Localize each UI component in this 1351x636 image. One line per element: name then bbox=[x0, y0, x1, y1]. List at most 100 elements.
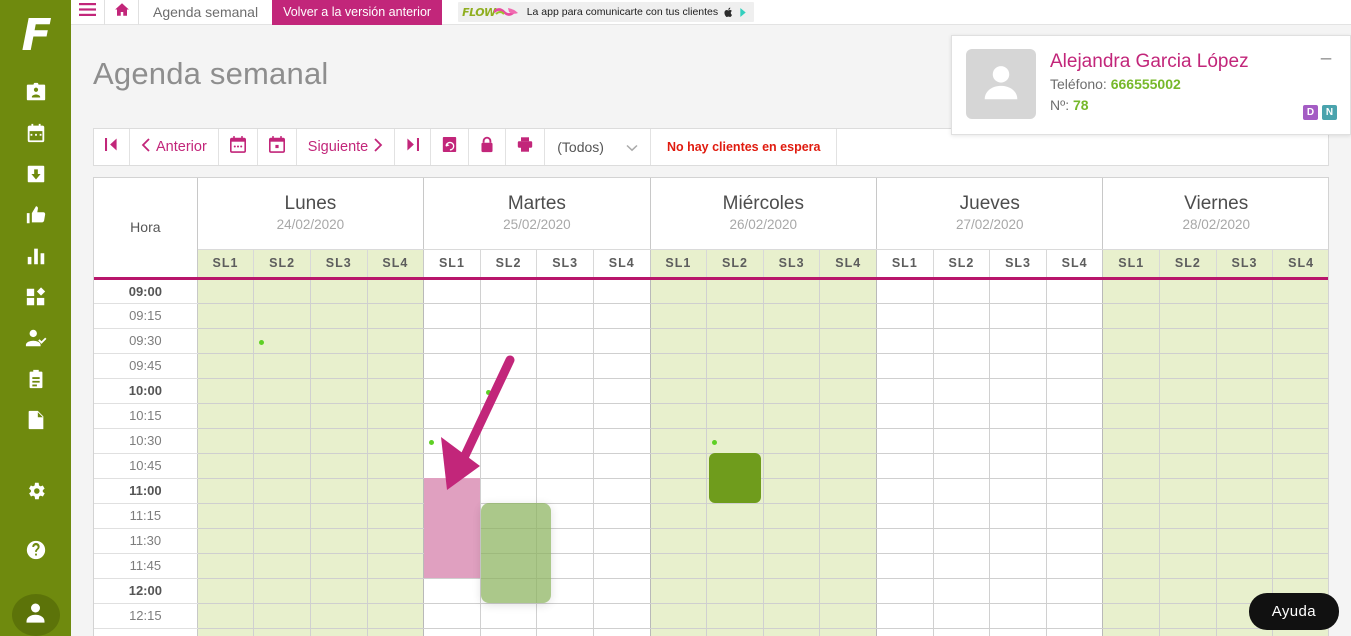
home-button[interactable] bbox=[105, 0, 139, 25]
agenda-cell[interactable] bbox=[480, 353, 538, 379]
agenda-cell[interactable] bbox=[367, 353, 425, 379]
agenda-cell[interactable] bbox=[763, 378, 821, 404]
slot-header-lunes-sl4[interactable]: SL4 bbox=[367, 249, 425, 280]
agenda-cell[interactable] bbox=[819, 578, 878, 604]
sidebar-item-tasks[interactable] bbox=[14, 368, 58, 396]
agenda-cell[interactable] bbox=[197, 403, 255, 429]
agenda-cell[interactable] bbox=[876, 478, 934, 504]
slot-header-viernes-sl3[interactable]: SL3 bbox=[1216, 249, 1274, 280]
slot-header-miércoles-sl2[interactable]: SL2 bbox=[706, 249, 764, 280]
appointment-pink[interactable] bbox=[424, 478, 480, 578]
agenda-cell[interactable] bbox=[989, 403, 1047, 429]
slot-header-martes-sl3[interactable]: SL3 bbox=[536, 249, 594, 280]
agenda-cell[interactable] bbox=[933, 453, 991, 479]
agenda-cell[interactable] bbox=[593, 628, 651, 636]
agenda-cell[interactable] bbox=[197, 553, 255, 579]
agenda-cell[interactable] bbox=[1159, 628, 1217, 636]
agenda-cell[interactable] bbox=[763, 453, 821, 479]
agenda-cell[interactable] bbox=[933, 378, 991, 404]
agenda-cell[interactable] bbox=[989, 553, 1047, 579]
agenda-cell[interactable] bbox=[876, 353, 934, 379]
agenda-cell[interactable] bbox=[536, 628, 594, 636]
agenda-cell[interactable] bbox=[536, 353, 594, 379]
agenda-cell[interactable] bbox=[989, 603, 1047, 629]
agenda-cell[interactable] bbox=[1102, 378, 1161, 404]
agenda-cell[interactable] bbox=[1159, 578, 1217, 604]
agenda-cell[interactable] bbox=[593, 378, 651, 404]
agenda-cell[interactable] bbox=[253, 303, 311, 329]
agenda-cell[interactable] bbox=[593, 403, 651, 429]
agenda-cell[interactable] bbox=[989, 578, 1047, 604]
agenda-cell[interactable] bbox=[310, 553, 368, 579]
agenda-cell[interactable] bbox=[480, 453, 538, 479]
agenda-cell[interactable] bbox=[536, 478, 594, 504]
agenda-cell[interactable] bbox=[310, 453, 368, 479]
agenda-cell[interactable] bbox=[423, 303, 481, 329]
agenda-cell[interactable] bbox=[706, 378, 764, 404]
agenda-cell[interactable] bbox=[819, 378, 878, 404]
agenda-cell[interactable] bbox=[989, 478, 1047, 504]
agenda-cell[interactable] bbox=[650, 328, 708, 354]
agenda-cell[interactable] bbox=[1102, 278, 1161, 304]
agenda-cell[interactable] bbox=[706, 603, 764, 629]
agenda-cell[interactable] bbox=[310, 428, 368, 454]
agenda-cell[interactable] bbox=[1046, 378, 1104, 404]
print-button[interactable] bbox=[506, 129, 546, 165]
agenda-cell[interactable] bbox=[253, 428, 311, 454]
agenda-cell[interactable] bbox=[1272, 503, 1328, 529]
agenda-cell[interactable] bbox=[1272, 353, 1328, 379]
appointment-drag-ghost[interactable] bbox=[480, 503, 552, 603]
agenda-cell[interactable] bbox=[989, 328, 1047, 354]
flow-app-banner[interactable]: FLOW La app para comunicarte con tus cli… bbox=[458, 2, 755, 22]
agenda-cell[interactable] bbox=[1159, 503, 1217, 529]
professional-filter-select[interactable]: (Todos) bbox=[545, 129, 651, 165]
agenda-cell[interactable] bbox=[536, 453, 594, 479]
agenda-cell[interactable] bbox=[1046, 478, 1104, 504]
agenda-cell[interactable] bbox=[1046, 553, 1104, 579]
agenda-cell[interactable] bbox=[1102, 478, 1161, 504]
agenda-cell[interactable] bbox=[706, 353, 764, 379]
slot-header-miércoles-sl3[interactable]: SL3 bbox=[763, 249, 821, 280]
agenda-cell[interactable] bbox=[989, 453, 1047, 479]
agenda-cell[interactable] bbox=[253, 553, 311, 579]
agenda-cell[interactable] bbox=[593, 303, 651, 329]
agenda-cell[interactable] bbox=[819, 603, 878, 629]
sidebar-item-agenda[interactable] bbox=[14, 121, 58, 149]
slot-header-jueves-sl1[interactable]: SL1 bbox=[876, 249, 934, 280]
agenda-cell[interactable] bbox=[1046, 528, 1104, 554]
agenda-cell[interactable] bbox=[933, 528, 991, 554]
agenda-cell[interactable] bbox=[763, 403, 821, 429]
agenda-cell[interactable] bbox=[650, 428, 708, 454]
agenda-cell[interactable] bbox=[1102, 428, 1161, 454]
agenda-cell[interactable] bbox=[933, 628, 991, 636]
agenda-cell[interactable] bbox=[593, 353, 651, 379]
agenda-cell[interactable] bbox=[197, 278, 255, 304]
agenda-cell[interactable] bbox=[310, 378, 368, 404]
slot-header-viernes-sl4[interactable]: SL4 bbox=[1272, 249, 1328, 280]
agenda-cell[interactable] bbox=[367, 603, 425, 629]
agenda-cell[interactable] bbox=[763, 503, 821, 529]
agenda-cell[interactable] bbox=[763, 603, 821, 629]
agenda-cell[interactable] bbox=[876, 628, 934, 636]
agenda-cell[interactable] bbox=[819, 628, 878, 636]
agenda-cell[interactable] bbox=[1272, 553, 1328, 579]
next-week-button[interactable]: Siguiente bbox=[297, 129, 396, 165]
agenda-cell[interactable] bbox=[1159, 453, 1217, 479]
agenda-cell[interactable] bbox=[367, 453, 425, 479]
agenda-cell[interactable] bbox=[1102, 503, 1161, 529]
agenda-cell[interactable] bbox=[650, 378, 708, 404]
agenda-cell[interactable] bbox=[819, 278, 878, 304]
agenda-cell[interactable] bbox=[197, 478, 255, 504]
agenda-cell[interactable] bbox=[423, 578, 481, 604]
agenda-cell[interactable] bbox=[706, 578, 764, 604]
agenda-cell[interactable] bbox=[876, 403, 934, 429]
week-view-button[interactable] bbox=[219, 129, 258, 165]
agenda-cell[interactable] bbox=[253, 628, 311, 636]
agenda-cell[interactable] bbox=[989, 628, 1047, 636]
slot-header-jueves-sl4[interactable]: SL4 bbox=[1046, 249, 1104, 280]
agenda-cell[interactable] bbox=[763, 628, 821, 636]
agenda-cell[interactable] bbox=[1272, 428, 1328, 454]
agenda-cell[interactable] bbox=[367, 553, 425, 579]
agenda-cell[interactable] bbox=[253, 578, 311, 604]
agenda-cell[interactable] bbox=[706, 553, 764, 579]
